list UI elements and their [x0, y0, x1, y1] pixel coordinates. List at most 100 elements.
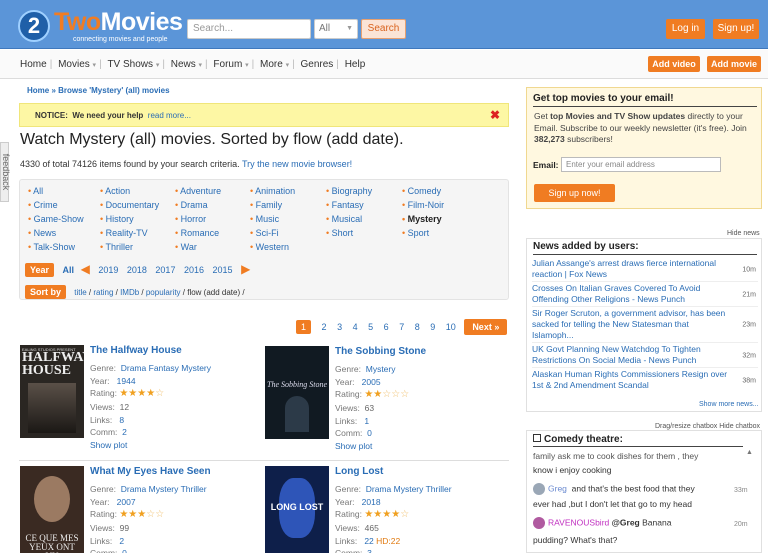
next-page-button[interactable]: Next » — [464, 319, 508, 335]
scroll-up-icon[interactable]: ▲ — [746, 449, 753, 456]
movie-title[interactable]: The Sobbing Stone — [335, 346, 426, 357]
sort-option[interactable]: rating — [93, 288, 113, 297]
nav-movies[interactable]: Movies ▾ — [55, 59, 99, 70]
genre-sci-fi[interactable]: Sci-Fi — [250, 228, 279, 238]
nav-forum[interactable]: Forum ▾ — [210, 59, 251, 70]
genre-biography[interactable]: Biography — [326, 186, 373, 196]
year-option[interactable]: 2016 — [184, 265, 204, 275]
movie-poster[interactable]: EALING STUDIOS PRESENT HALFWAY HOUSE — [20, 345, 84, 438]
genre-short[interactable]: Short — [326, 228, 354, 238]
genre-horror[interactable]: Horror — [175, 214, 207, 224]
genre-all[interactable]: All — [28, 186, 43, 196]
chat-title: Comedy theatre: — [533, 434, 743, 447]
page-link[interactable]: 4 — [353, 322, 358, 332]
genre-mystery[interactable]: Mystery — [402, 214, 442, 224]
movie-title[interactable]: The Halfway House — [90, 345, 182, 356]
nav-news[interactable]: News ▾ — [168, 59, 205, 70]
nav-help[interactable]: Help — [342, 59, 369, 70]
genre-thriller[interactable]: Thriller — [100, 242, 134, 252]
genre-war[interactable]: War — [175, 242, 197, 252]
genre-film-noir[interactable]: Film-Noir — [402, 200, 445, 210]
genre-romance[interactable]: Romance — [175, 228, 220, 238]
nav-more[interactable]: More ▾ — [257, 59, 292, 70]
page-link[interactable]: 2 — [322, 322, 327, 332]
genre-documentary[interactable]: Documentary — [100, 200, 160, 210]
genre-game-show[interactable]: Game-Show — [28, 214, 84, 224]
year-option[interactable]: 2018 — [127, 265, 147, 275]
page-link[interactable]: 6 — [384, 322, 389, 332]
movie-title[interactable]: What My Eyes Have Seen — [90, 466, 211, 477]
genre-western[interactable]: Western — [250, 242, 289, 252]
year-all[interactable]: All — [63, 265, 75, 275]
news-item[interactable]: Sir Roger Scruton, a government advisor,… — [532, 308, 758, 343]
genre-fantasy[interactable]: Fantasy — [326, 200, 364, 210]
movie-poster[interactable]: The Sobbing Stone — [265, 346, 329, 439]
add-movie-button[interactable]: Add movie — [707, 56, 761, 72]
movie-card: LONG LOST Long Lost Genre: Drama Mystery… — [265, 466, 495, 553]
logo-wordmark: TwoMovies — [54, 8, 183, 36]
genre-history[interactable]: History — [100, 214, 134, 224]
login-button[interactable]: Log in — [666, 19, 705, 39]
nav-home[interactable]: Home — [17, 59, 50, 70]
arrow-right-icon[interactable]: ▶ — [241, 262, 250, 276]
page-link[interactable]: 9 — [430, 322, 435, 332]
star-full-icon: ★ — [364, 389, 374, 400]
news-item[interactable]: Crosses On Italian Graves Covered To Avo… — [532, 283, 758, 307]
sort-option[interactable]: IMDb — [120, 288, 139, 297]
year-option[interactable]: 2017 — [155, 265, 175, 275]
nav-tv-shows[interactable]: TV Shows ▾ — [104, 59, 162, 70]
breadcrumb[interactable]: Home » Browse 'Mystery' (all) movies — [27, 86, 170, 95]
genre-family[interactable]: Family — [250, 200, 283, 210]
genre-animation[interactable]: Animation — [250, 186, 295, 196]
movie-poster[interactable]: CE QUE MES YEUX ONT VU — [20, 466, 84, 553]
chatbox-controls[interactable]: Drag/resize chatbox Hide chatbox — [655, 423, 760, 430]
year-option[interactable]: 2019 — [98, 265, 118, 275]
movie-poster[interactable]: LONG LOST — [265, 466, 329, 553]
new-browser-link[interactable]: Try the new movie browser! — [242, 159, 352, 169]
sort-option[interactable]: title — [74, 288, 86, 297]
show-plot-link[interactable]: Show plot — [335, 441, 372, 451]
genre-musical[interactable]: Musical — [326, 214, 363, 224]
sort-option[interactable]: popularity — [146, 288, 181, 297]
genre-crime[interactable]: Crime — [28, 200, 58, 210]
genre-comedy[interactable]: Comedy — [402, 186, 442, 196]
nav-genres[interactable]: Genres — [298, 59, 337, 70]
search-input[interactable]: Search... — [187, 19, 311, 39]
search-button[interactable]: Search — [361, 19, 406, 39]
page-link[interactable]: 8 — [415, 322, 420, 332]
news-item[interactable]: Alaskan Human Rights Commissioners Resig… — [532, 369, 758, 393]
notice-read-more-link[interactable]: read more... — [148, 111, 191, 120]
avatar[interactable] — [533, 517, 545, 529]
add-video-button[interactable]: Add video — [648, 56, 700, 72]
genre-adventure[interactable]: Adventure — [175, 186, 221, 196]
email-signup-button[interactable]: Sign up now! — [534, 184, 615, 202]
feedback-tab[interactable]: feedback — [0, 142, 11, 202]
movie-title[interactable]: Long Lost — [335, 466, 383, 477]
avatar[interactable] — [533, 483, 545, 495]
year-option[interactable]: 2015 — [213, 265, 233, 275]
genre-sport[interactable]: Sport — [402, 228, 430, 238]
page-link[interactable]: 5 — [368, 322, 373, 332]
notice-banner: NOTICE: We need your help read more... ✖ — [19, 103, 509, 127]
email-field[interactable]: Enter your email address — [561, 157, 721, 172]
page-link[interactable]: 3 — [337, 322, 342, 332]
hide-news-link[interactable]: Hide news — [727, 230, 760, 237]
news-item[interactable]: Julian Assange's arrest draws fierce int… — [532, 258, 758, 282]
genre-news[interactable]: News — [28, 228, 57, 238]
arrow-left-icon[interactable]: ◀ — [81, 262, 90, 276]
genre-action[interactable]: Action — [100, 186, 130, 196]
signup-button[interactable]: Sign up! — [713, 19, 759, 39]
show-plot-link[interactable]: Show plot — [90, 440, 127, 450]
genre-talk-show[interactable]: Talk-Show — [28, 242, 76, 252]
show-more-news-link[interactable]: Show more news... — [699, 401, 759, 408]
genre-drama[interactable]: Drama — [175, 200, 208, 210]
genre-reality-tv[interactable]: Reality-TV — [100, 228, 148, 238]
page-link[interactable]: 10 — [446, 322, 456, 332]
close-icon[interactable]: ✖ — [490, 108, 500, 122]
movie-card: EALING STUDIOS PRESENT HALFWAY HOUSE The… — [20, 345, 211, 450]
genre-music[interactable]: Music — [250, 214, 280, 224]
site-logo[interactable]: 2 TwoMovies connecting movies and people — [18, 8, 183, 43]
news-item[interactable]: UK Govt Planning New Watchdog To Tighten… — [532, 344, 758, 368]
page-link[interactable]: 7 — [399, 322, 404, 332]
search-scope-select[interactable]: All ▼ — [314, 19, 358, 39]
